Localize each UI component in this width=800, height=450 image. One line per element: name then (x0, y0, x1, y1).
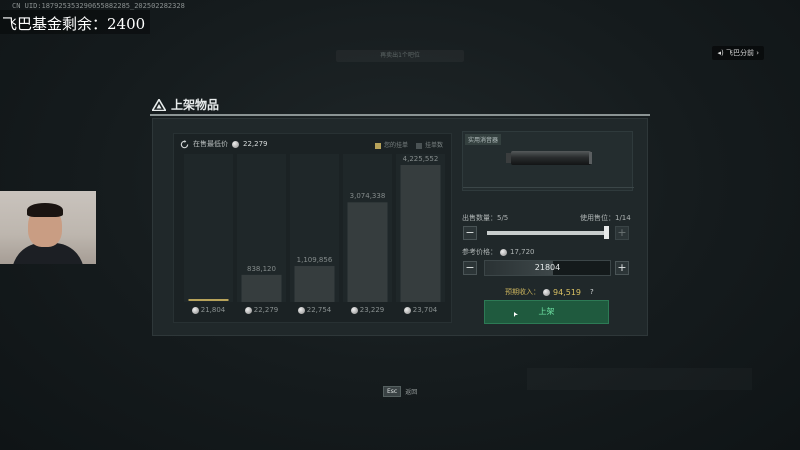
refresh-icon[interactable] (180, 139, 189, 149)
suppressor-image (506, 151, 592, 165)
legend-mine: 您的挂单 (374, 140, 408, 149)
coin-icon (244, 306, 252, 314)
price-minus-button[interactable]: − (463, 261, 477, 275)
reference-price: 参考价格： 17,720 (462, 248, 535, 256)
streamer-tag-label: 飞巴分前 (725, 49, 754, 57)
chart-bar (294, 266, 335, 302)
price-input-value: 21804 (534, 263, 561, 272)
dialog-header: 上架物品 (152, 96, 219, 113)
chart-value-label: 1,109,856 (296, 256, 333, 265)
coin-icon (403, 306, 411, 314)
coin-icon (191, 306, 199, 314)
chart-bar (347, 202, 388, 302)
legend-others: 挂单数 (415, 140, 443, 149)
coin-icon (543, 288, 550, 296)
quantity-slider-fill (487, 226, 609, 239)
webcam-overlay (0, 191, 96, 264)
speaker-icon: ◂) (717, 49, 726, 57)
expected-income-label: 预期收入： (505, 288, 540, 296)
uid-text: CN UID:187925353290655882285_20250228232… (12, 2, 185, 10)
chart-value-label: 838,120 (247, 264, 276, 273)
quantity-plus-button[interactable]: + (615, 226, 629, 240)
chart-header: 在售最低价 22,279 (180, 139, 268, 149)
chart-tick-label: 23,229 (340, 306, 396, 314)
lowest-price-value: 22,279 (243, 140, 268, 148)
chart-tick-label: 21,804 (181, 306, 237, 314)
dialog-title: 上架物品 (171, 98, 220, 112)
warning-triangle-icon (152, 98, 166, 111)
chart-value-label: 4,225,552 (402, 155, 439, 163)
chart-legend: 您的挂单 挂单数 (374, 140, 443, 149)
slots-used-label: 使用售位：1/14 (580, 214, 631, 222)
chart-tick-label: 23,704 (393, 306, 449, 314)
fund-remaining-text: 飞巴基金剩余：2400 (2, 15, 146, 33)
quantity-slider-handle[interactable] (604, 226, 609, 239)
coin-icon (500, 248, 507, 256)
chart-tick-label: 22,279 (234, 306, 290, 314)
price-plus-button[interactable]: + (615, 261, 629, 275)
coin-icon (350, 306, 358, 314)
sell-quantity-label: 出售数量：5/5 (462, 214, 509, 222)
back-hint[interactable]: Esc 返回 (383, 386, 417, 397)
expected-income-value: 94,519 (553, 287, 581, 297)
lowest-price-label: 在售最低价 (193, 140, 228, 148)
esc-key-icon: Esc (383, 386, 402, 397)
chart-bar-mine (188, 299, 229, 301)
list-item-button[interactable]: 上架 (484, 300, 609, 324)
quantity-slider[interactable] (487, 226, 609, 239)
chart-column-bg (184, 154, 233, 302)
back-label: 返回 (405, 389, 418, 396)
chart-tick-label: 22,754 (287, 306, 343, 314)
item-divider (463, 187, 634, 188)
top-hint: 再卖出1个吧位 (336, 50, 464, 62)
chart-value-label: 3,074,338 (349, 192, 386, 201)
help-icon[interactable]: ? (590, 288, 594, 296)
price-input[interactable]: 21804 (484, 260, 611, 276)
streamer-tag: ◂) 飞巴分前 › (712, 46, 764, 60)
quantity-minus-button[interactable]: − (463, 226, 477, 240)
price-distribution-chart: 在售最低价 22,279 您的挂单 挂单数 21,804 838,120 22,27… (173, 133, 452, 323)
coin-icon (232, 140, 239, 148)
listing-dialog: 在售最低价 22,279 您的挂单 挂单数 21,804 838,120 22,27… (152, 118, 648, 336)
coin-icon (297, 306, 305, 314)
chart-bar (241, 274, 282, 302)
background-panel (527, 368, 752, 390)
expected-income: 预期收入： 94,519 ? (505, 287, 594, 297)
chart-bar (400, 165, 441, 302)
title-divider (150, 114, 650, 116)
item-preview-card: 实用消音器 (462, 131, 634, 191)
